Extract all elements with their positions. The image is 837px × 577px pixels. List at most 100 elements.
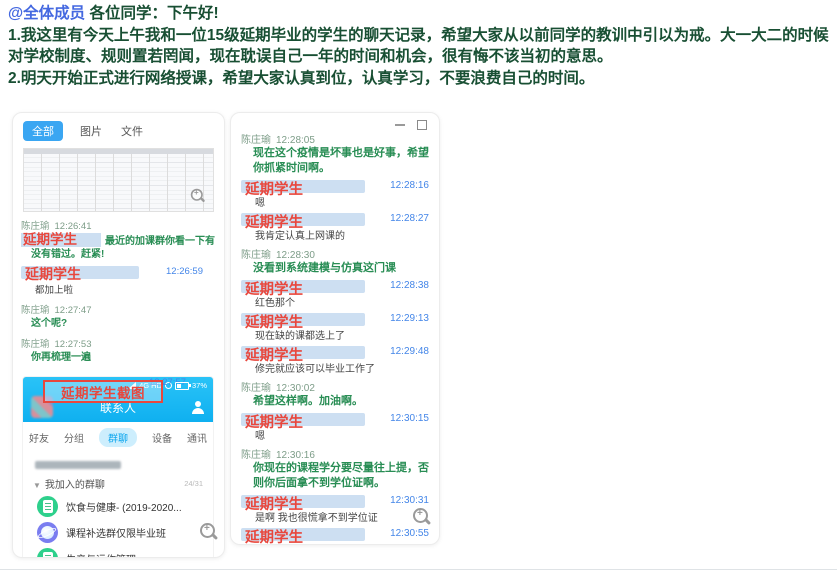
message-meta: 陈庄瑜12:28:05: [241, 131, 429, 146]
battery-icon: [175, 382, 189, 390]
chat-history-panel-1: 全部图片文件 陈庄瑜12:26:41 延期学生最近的加课群你看一下有没有错过。赶…: [12, 112, 225, 558]
doc-icon: [43, 500, 53, 513]
message-time: 12:30:15: [390, 413, 429, 424]
window-controls: [395, 120, 427, 130]
group-list: 饮食与健康- (2019-2020... 课程补选群仅限毕业班 生产与运作管理 …: [23, 493, 213, 558]
sender-name: 陈庄瑜: [241, 383, 271, 394]
teacher-message: 陈庄瑜12:26:41 延期学生最近的加课群你看一下有没有错过。赶紧!: [21, 218, 216, 261]
add-contact-icon[interactable]: [191, 401, 205, 414]
message-meta: 延期学生 12:29:48: [241, 346, 429, 359]
message-body: 没看到系统建模与仿真这门课: [253, 262, 396, 274]
group-list-item[interactable]: 生产与运作管理: [23, 545, 213, 558]
phone-tab[interactable]: 设备: [152, 430, 172, 445]
mention-all-link[interactable]: @全体成员: [8, 5, 85, 22]
filter-tabs: 全部图片文件: [21, 119, 216, 143]
message-text: 你现在的课程学分要尽量往上提，否则你后面拿不到学位证啊。: [253, 461, 429, 491]
message-body: 你现在的课程学分要尽量往上提，否则你后面拿不到学位证啊。: [253, 462, 429, 489]
section-label: ▼我加入的群聊: [33, 476, 105, 491]
redacted-student-stamp: 延期学生: [245, 211, 303, 232]
zoom-in-icon[interactable]: [200, 523, 218, 541]
message-time: 12:28:16: [390, 180, 429, 191]
redacted-student-stamp: 延期学生: [21, 233, 101, 247]
filter-tab[interactable]: 文件: [119, 121, 145, 141]
message-body: 都加上啦: [35, 282, 216, 296]
teacher-message: 陈庄瑜12:30:02 希望这样啊。加油啊。: [241, 379, 429, 409]
phone-screenshot-message: 12:27:57 延期学生截图 4G HD 37% 联系人 好友分组群聊设: [21, 377, 216, 558]
redacted-student-stamp: 延期学生: [25, 264, 81, 284]
redacted-student-stamp: 延期学生: [245, 311, 303, 332]
redacted-student-stamp: 延期学生: [245, 526, 303, 545]
filter-tab[interactable]: 图片: [78, 121, 104, 141]
group-name: 课程补选群仅限毕业班: [66, 525, 166, 540]
message-meta: 陈庄瑜 12:30:02: [241, 379, 429, 394]
message-text: 你再梳理一遍: [31, 351, 216, 364]
message-text: 现在这个疫情是坏事也是好事，希望你抓紧时间啊。: [253, 146, 429, 176]
redacted-student-stamp: 延期学生: [245, 411, 303, 432]
phone-tab[interactable]: 通讯: [187, 430, 207, 445]
spreadsheet-screenshot[interactable]: [23, 148, 214, 212]
sender-name: 陈庄瑜: [241, 450, 271, 461]
notice-paragraph-2: 2.明天开始正式进行网络授课，希望大家认真到位，认真学习，不要浪费自己的时间。: [8, 68, 830, 90]
redacted-student-stamp: 延期学生: [245, 278, 303, 299]
message-body: 你再梳理一遍: [31, 352, 91, 363]
message-time: 12:28:38: [390, 280, 429, 291]
message-time: 12:27:47: [55, 305, 92, 316]
phone-tab[interactable]: 分组: [64, 430, 84, 445]
redacted-name-blur: 延期学生: [241, 413, 365, 426]
group-notice: @全体成员 各位同学：下午好! 1.我这里有今天上午我和一位15级延期毕业的学生…: [8, 3, 830, 89]
blurred-text: [35, 452, 121, 460]
maximize-icon[interactable]: [417, 120, 427, 130]
zoom-in-icon[interactable]: [413, 508, 431, 526]
message-time: 12:26:41: [55, 221, 92, 232]
message-meta: 延期学生 12:29:13: [241, 313, 429, 326]
group-section-header[interactable]: ▼我加入的群聊 24/31: [23, 469, 213, 493]
message-body: 这个呢?: [31, 318, 67, 329]
message-time: 12:28:05: [276, 135, 315, 146]
phone-tab[interactable]: 群聊: [99, 428, 137, 447]
message-body: 现在这个疫情是坏事也是好事，希望你抓紧时间啊。: [253, 147, 429, 174]
group-list-item[interactable]: 课程补选群仅限毕业班: [23, 519, 213, 545]
chevron-down-icon: ▼: [33, 481, 41, 490]
message-time: 12:29:48: [390, 346, 429, 357]
message-meta: 陈庄瑜12:30:16: [241, 446, 429, 461]
minimize-icon[interactable]: [395, 124, 405, 126]
zoom-in-icon[interactable]: [191, 189, 205, 203]
message-meta: 陈庄瑜12:26:41: [21, 218, 216, 232]
group-avatar: [37, 496, 58, 517]
phone-tab[interactable]: 好友: [29, 430, 49, 445]
annotation-box: 延期学生截图: [43, 380, 163, 403]
contact-tabs: 好友分组群聊设备通讯: [23, 422, 213, 451]
message-time: 12:27:53: [55, 339, 92, 350]
redacted-student-stamp: 延期学生: [245, 178, 303, 199]
filter-tab[interactable]: 全部: [23, 121, 63, 141]
planet-icon: [41, 526, 54, 539]
redacted-name-blur: 延期学生: [241, 313, 365, 326]
message-time: 12:30:02: [276, 383, 315, 394]
message-time: 12:30:31: [390, 495, 429, 506]
sender-name: 陈庄瑜: [21, 339, 50, 350]
student-message: 延期学生 12:28:27 我肯定认真上网课的: [241, 213, 429, 242]
student-message: 延期学生 12:30:15 嗯: [241, 413, 429, 442]
message-meta: 延期学生 12:28:16: [241, 180, 429, 193]
teacher-message: 陈庄瑜 12:27:53 你再梳理一遍: [21, 336, 216, 364]
phone-screenshot[interactable]: 4G HD 37% 联系人 好友分组群聊设备通讯 ▼我加入的群聊 24/31: [23, 377, 213, 558]
teacher-message: 陈庄瑜12:28:30 没看到系统建模与仿真这门课: [241, 246, 429, 276]
message-meta: 延期学生 12:30:31: [241, 495, 429, 508]
message-time: 12:28:27: [390, 213, 429, 224]
group-list-item[interactable]: 饮食与健康- (2019-2020...: [23, 493, 213, 519]
notice-greeting: 各位同学：下午好!: [89, 5, 218, 22]
teacher-message: 陈庄瑜 12:27:47 这个呢?: [21, 302, 216, 330]
message-text: 没看到系统建模与仿真这门课: [253, 261, 429, 276]
group-avatar: [37, 548, 58, 559]
message-meta: 陈庄瑜 12:27:47: [21, 302, 216, 316]
student-message: 延期学生 12:30:31 是啊 我也很慌拿不到学位证: [241, 495, 429, 524]
sender-name: 陈庄瑜: [21, 305, 50, 316]
blurred-group-row: [35, 461, 121, 469]
message-time: 12:30:55: [390, 528, 429, 539]
message-list: 陈庄瑜12:26:41 延期学生最近的加课群你看一下有没有错过。赶紧! 延期学生…: [21, 218, 216, 364]
message-meta: 延期学生 12:26:59: [21, 266, 203, 279]
redacted-name-blur: 延期学生: [241, 495, 365, 508]
redacted-student-stamp: 延期学生: [245, 493, 303, 514]
group-name: 生产与运作管理: [66, 551, 136, 559]
group-name: 饮食与健康- (2019-2020...: [66, 499, 182, 514]
